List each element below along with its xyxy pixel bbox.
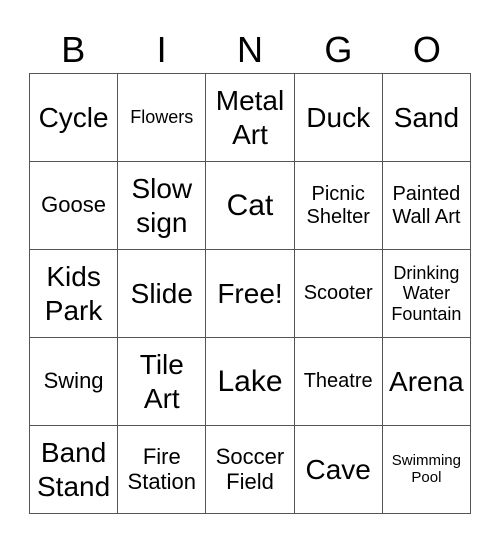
bingo-cell[interactable]: Picnic Shelter [294,162,383,250]
cell-label: Tile Art [139,348,184,414]
cell-label: Cave [305,453,371,485]
bingo-cell[interactable]: Painted Wall Art [382,162,471,250]
cell-label: Drinking Water Fountain [391,263,462,324]
cell-label: Slow sign [131,172,193,238]
bingo-cell[interactable]: Swimming Pool [382,426,471,514]
bingo-cell[interactable]: Arena [382,338,471,426]
header-letter-o: O [412,29,441,70]
bingo-cell[interactable]: Sand [382,74,471,162]
bingo-cell[interactable]: Metal Art [206,74,295,162]
cell-label: Band Stand [37,436,111,502]
bingo-cell[interactable]: Goose [30,162,119,250]
cell-label: Metal Art [215,84,285,150]
bingo-cell[interactable]: Cave [294,426,383,514]
bingo-cell[interactable]: Theatre [294,338,383,426]
cell-label: Duck [306,101,371,133]
bingo-cell[interactable]: Slide [118,250,207,338]
bingo-cell[interactable]: Lake [206,338,295,426]
bingo-cell[interactable]: Cycle [30,74,119,162]
bingo-cell[interactable]: Tile Art [118,338,207,426]
header-letter-g: G [324,29,353,70]
bingo-cell[interactable]: Flowers [118,74,207,162]
header-letter-n: N [237,29,264,70]
cell-label: Free! [217,277,283,309]
cell-label: Slide [130,277,193,309]
bingo-grid: Cycle Flowers Metal Art Duck Sand Goose Slow s… [29,73,471,514]
cell-label: Swimming Pool [391,451,461,486]
bingo-cell[interactable]: Drinking Water Fountain [382,250,471,338]
cell-label: Arena [389,365,464,397]
bingo-cell[interactable]: Slow sign [118,162,207,250]
cell-label: Kids Park [44,260,103,326]
cell-label: Flowers [130,107,194,128]
bingo-cell[interactable]: Fire Station [118,426,207,514]
header-letter-b: B [61,29,86,70]
cell-label: Goose [41,192,106,218]
bingo-cell[interactable]: Cat [206,162,295,250]
cell-label: Painted Wall Art [392,182,461,228]
bingo-cell[interactable]: Kids Park [30,250,119,338]
cell-label: Soccer Field [215,443,285,494]
cell-label: Theatre [303,370,373,393]
cell-label: Fire Station [127,443,197,494]
cell-label: Sand [393,101,460,133]
cell-label: Scooter [303,282,373,305]
bingo-cell[interactable]: Soccer Field [206,426,295,514]
bingo-header: B I N G O [29,28,471,72]
cell-label: Lake [217,364,283,398]
cell-label: Cycle [38,101,109,133]
bingo-cell[interactable]: Scooter [294,250,383,338]
cell-label: Cat [226,188,274,222]
bingo-cell[interactable]: Free! [206,250,295,338]
bingo-cell[interactable]: Duck [294,74,383,162]
cell-label: Swing [43,368,104,394]
bingo-cell[interactable]: Swing [30,338,119,426]
bingo-cell[interactable]: Band Stand [30,426,119,514]
header-letter-i: I [156,29,167,70]
cell-label: Picnic Shelter [306,182,370,228]
